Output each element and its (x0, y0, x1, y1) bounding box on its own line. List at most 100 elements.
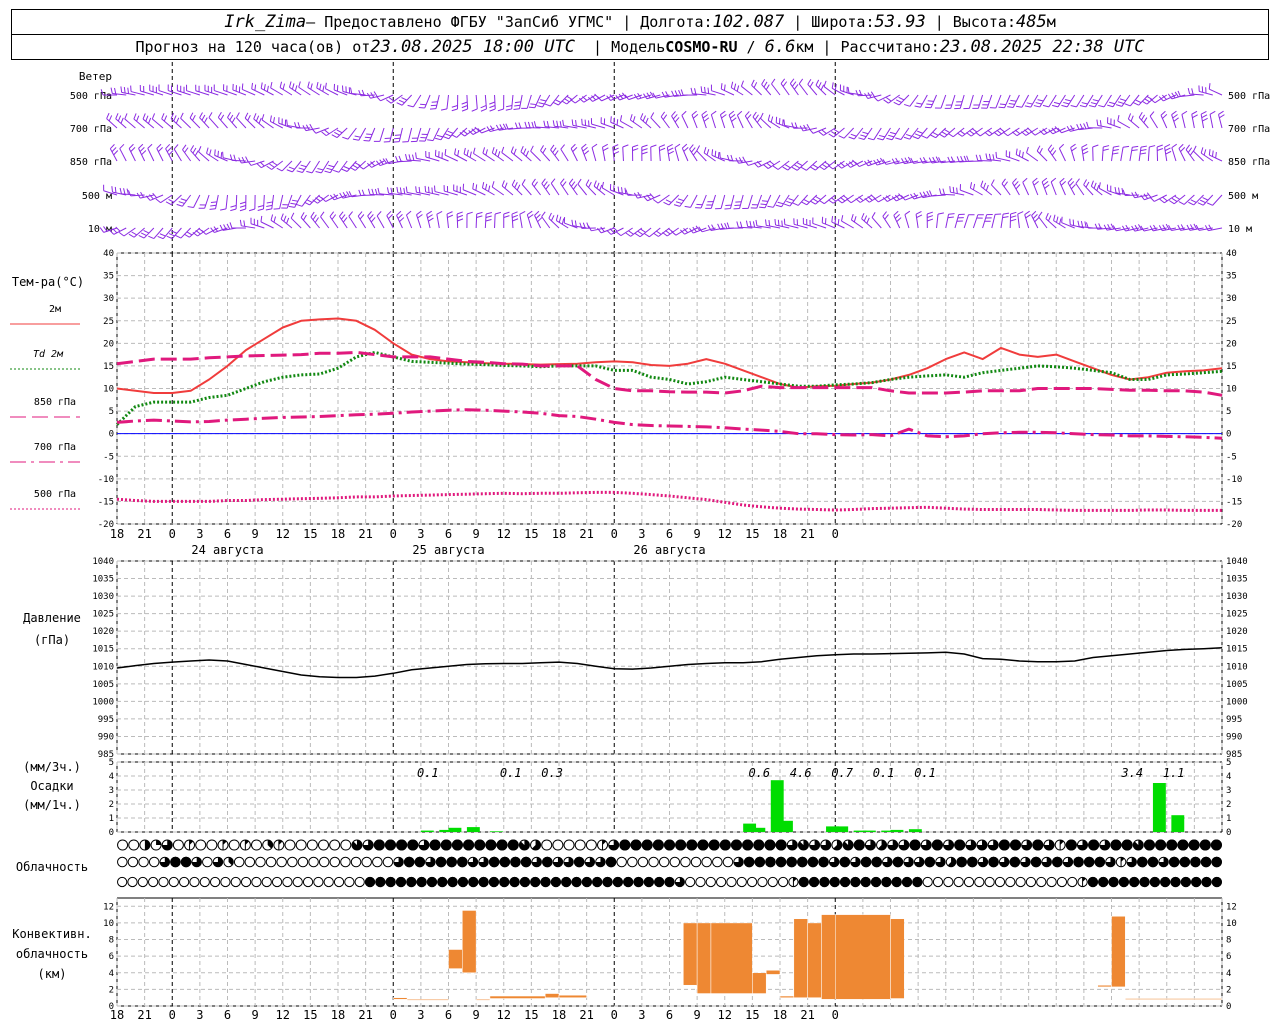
wind-barb-feather (941, 131, 948, 136)
wind-barb-staff (189, 117, 201, 129)
wind-barb-feather (120, 86, 123, 93)
wind-barb-feather (810, 200, 816, 205)
conv-ytick-left: 10 (103, 919, 114, 929)
wind-barb-feather (248, 208, 255, 212)
prec-ytick-right: 4 (1226, 772, 1231, 782)
wind-barb-feather (1191, 88, 1194, 95)
wind-barb-feather (770, 116, 774, 123)
wind-barb-feather (700, 86, 703, 93)
wind-barb-feather (853, 216, 857, 223)
wind-barb-feather (192, 114, 196, 121)
cloud-symbol-fill (1083, 856, 1095, 868)
wind-barb-feather (466, 211, 473, 215)
wind-barb-feather (932, 132, 939, 136)
cloud-symbol (209, 876, 221, 888)
wind-barb-feather (326, 167, 333, 171)
wind-barb-feather (454, 148, 457, 155)
wind-barb-feather (760, 112, 764, 119)
wind-barb-staff (236, 117, 247, 129)
wind-barb-feather (942, 188, 945, 195)
cloud-symbol-fill (1073, 856, 1084, 868)
wind-barb-feather (235, 112, 240, 118)
wind-barb-feather (276, 167, 283, 172)
wind-barb-feather (1117, 101, 1124, 105)
wind-barb-feather (130, 147, 136, 152)
wind-barb-feather (1143, 117, 1148, 123)
time-tick-label: 3 (417, 527, 424, 541)
wind-barb-feather (848, 136, 855, 140)
pres-ytick-right: 995 (1226, 715, 1242, 725)
wind-barb-feather (771, 78, 776, 85)
cloud-symbol-fill (654, 876, 665, 888)
cloud-symbol (585, 839, 597, 851)
cloud-symbol-fill (664, 876, 675, 888)
wind-barb-feather (1018, 150, 1021, 157)
wind-barb-feather (912, 136, 919, 140)
cloud-symbol (685, 876, 696, 888)
wind-barb-feather (266, 204, 273, 208)
wind-barb-feather (745, 220, 749, 227)
temp-ytick-left: 5 (109, 407, 114, 417)
cloud-symbol-fill (542, 856, 553, 868)
wind-barb-feather (754, 114, 759, 120)
wind-barb-feather (463, 147, 466, 154)
time-tick-label: 12 (718, 527, 732, 541)
cloud-symbol-fill (463, 839, 475, 851)
wind-barb-staff (720, 194, 726, 209)
conv-bar (489, 995, 546, 999)
cloud-symbol-fill (839, 856, 851, 868)
wind-barb-feather (995, 151, 998, 158)
wind-barb-feather (165, 143, 171, 150)
wind-barb-feather (777, 201, 784, 205)
wind-barb-feather (440, 108, 448, 111)
wind-barb-staff (945, 214, 950, 229)
wind-barb-feather (640, 228, 646, 233)
wind-barb-feather (328, 164, 335, 168)
wind-barb-feather (570, 99, 576, 104)
wind-barb-feather (403, 187, 406, 194)
wind-barb-feather (1076, 124, 1080, 130)
conv-ytick-left: 4 (109, 969, 114, 979)
prec-bar (890, 829, 904, 832)
wind-barb-feather (367, 211, 372, 217)
wind-barb-feather (1117, 115, 1120, 122)
wind-barb-feather (864, 93, 869, 99)
wind-barb-feather (406, 210, 412, 216)
wind-barb-staff (347, 127, 357, 140)
wind-barb-feather (649, 193, 655, 199)
wind-barb-feather (428, 217, 434, 222)
wind-barb-feather (1172, 114, 1178, 119)
wind-barb-staff (1004, 94, 1011, 108)
wind-barb-feather (815, 196, 822, 201)
time-tick-label-bottom: 18 (773, 1008, 787, 1022)
wind-barb-feather (1002, 131, 1009, 137)
wind-barb-feather (915, 211, 922, 215)
pres-ytick-left: 1010 (92, 662, 114, 672)
temp-ytick-right: 10 (1226, 385, 1237, 395)
wind-barb-feather (247, 115, 251, 121)
wind-barb-feather (1098, 182, 1101, 189)
cloud-symbol-fill (581, 876, 593, 888)
wind-barb-feather (888, 134, 895, 138)
wind-barb-feather (310, 211, 315, 218)
wind-barb-staff (1117, 120, 1131, 129)
wind-barb-feather (862, 131, 869, 135)
wind-barb-feather (426, 210, 432, 215)
wind-barb-feather (173, 144, 179, 150)
wind-barb-feather (333, 169, 340, 173)
time-tick-label-bottom: 9 (473, 1008, 480, 1022)
cloud-symbol-fill (1201, 876, 1212, 888)
wind-barb-staff (968, 94, 974, 109)
wind-barb-feather (895, 137, 902, 141)
cloud-symbol (261, 876, 272, 888)
wind-barb-feather (968, 130, 975, 135)
cloud-symbol (563, 839, 575, 851)
wind-barb-feather (291, 83, 295, 90)
wind-barb-staff (650, 117, 661, 129)
cloud-symbol-fill (1121, 839, 1133, 851)
wind-barb-feather (1202, 117, 1208, 122)
wind-barb-feather (396, 102, 403, 106)
wind-barb-staff (738, 226, 753, 229)
cloud-symbol-fill (686, 839, 698, 851)
wind-barb-feather (1164, 144, 1171, 148)
